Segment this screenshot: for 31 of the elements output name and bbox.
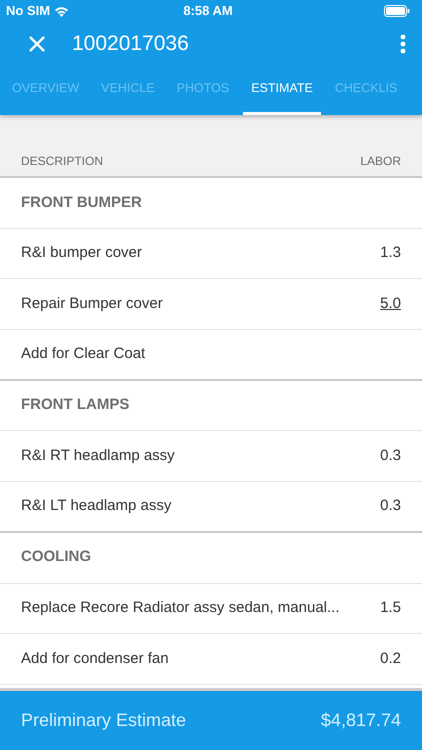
labor-value[interactable]: 5.0: [380, 292, 401, 316]
section-title: FRONT BUMPER: [21, 192, 142, 213]
section-title: FRONT LAMPS: [21, 395, 130, 416]
battery-icon: [384, 5, 410, 17]
section-title: COOLING: [21, 547, 91, 568]
more-menu-icon[interactable]: [400, 34, 406, 54]
line-item-description: R&I RT headlamp assy: [21, 446, 175, 466]
line-item-description: Add for condenser fan: [21, 648, 169, 669]
line-item-description: Add for Clear Coat: [21, 344, 146, 364]
labor-value: 0.2: [380, 648, 401, 669]
labor-value: 1.5: [380, 598, 401, 618]
column-header: DESCRIPTION: [21, 153, 104, 170]
close-icon[interactable]: [28, 34, 46, 52]
tab[interactable]: OVERVIEW: [12, 65, 80, 115]
estimate-total: $4,817.74: [320, 709, 401, 732]
wifi-icon: [54, 6, 70, 16]
labor-value: 0.3: [380, 496, 401, 516]
line-item-description: R&I LT headlamp assy: [21, 496, 172, 516]
labor-value: 1.3: [380, 243, 401, 264]
line-item-description: Repair Bumper cover: [21, 294, 163, 314]
labor-value: 0.3: [380, 446, 401, 466]
screen-title: 1002017036: [72, 30, 190, 57]
tab[interactable]: CHECKLIS: [334, 65, 398, 115]
carrier-text: No SIM: [6, 2, 50, 20]
column-header: LABOR: [360, 153, 401, 170]
line-item-description: R&I bumper cover: [21, 243, 142, 264]
tab[interactable]: VEHICLE: [101, 65, 155, 115]
time-text: 8:58 AM: [183, 2, 233, 20]
footer-label: Preliminary Estimate: [21, 709, 186, 732]
line-item-description: Replace Recore Radiator assy sedan, manual...: [21, 598, 340, 618]
tab[interactable]: PHOTOS: [176, 65, 230, 115]
